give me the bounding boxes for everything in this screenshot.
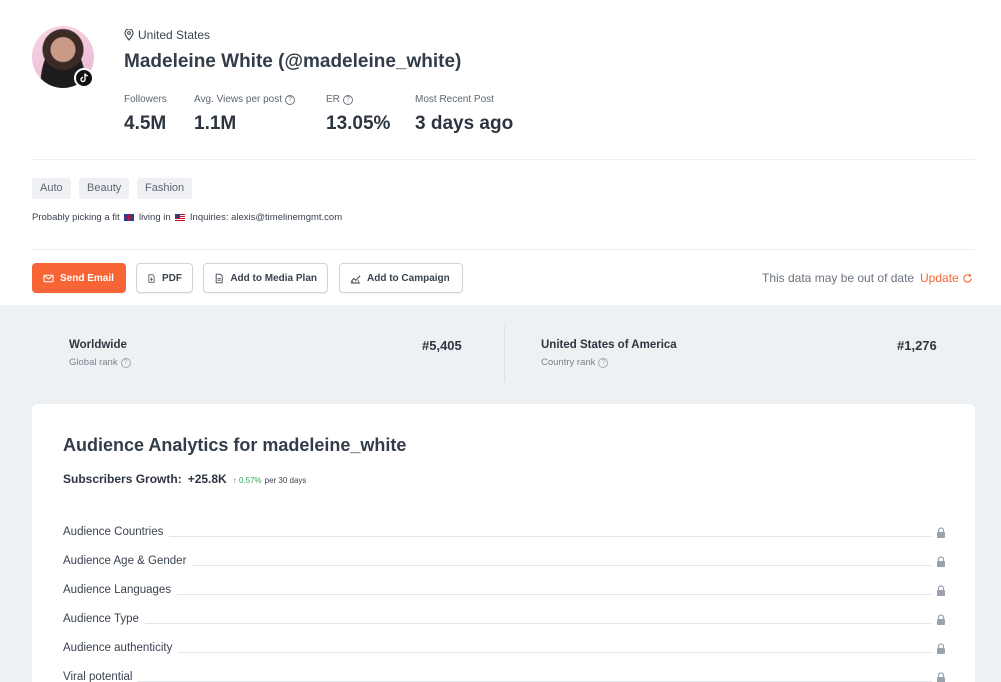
us-flag-icon <box>175 213 186 221</box>
audience-languages-row[interactable]: Audience Languages <box>63 580 946 596</box>
stat-followers-label: Followers <box>124 94 167 105</box>
growth-percent: ↑ 0.57% <box>232 476 262 485</box>
viral-potential-row[interactable]: Viral potential <box>63 667 946 682</box>
country-rank-subtitle: Country rank? <box>541 357 609 368</box>
refresh-icon <box>963 273 972 283</box>
question-circle-icon[interactable]: ? <box>285 94 296 105</box>
stat-er-value: 13.05% <box>326 113 391 134</box>
lock-icon <box>932 556 946 567</box>
uk-flag-icon <box>124 213 135 221</box>
add-to-media-plan-button[interactable]: Add to Media Plan <box>203 263 328 293</box>
stat-followers-value: 4.5M <box>124 113 167 134</box>
add-to-campaign-button[interactable]: Add to Campaign <box>339 263 463 293</box>
lock-icon <box>932 672 946 682</box>
stat-er-label: ER? <box>326 94 353 105</box>
divider <box>32 249 975 250</box>
envelope-icon <box>43 274 54 282</box>
location-text: United States <box>138 28 211 42</box>
tiktok-icon <box>74 68 94 88</box>
audience-countries-row[interactable]: Audience Countries <box>63 522 946 538</box>
lock-icon <box>932 643 946 654</box>
audience-age-gender-row[interactable]: Audience Age & Gender <box>63 551 946 567</box>
global-rank-subtitle: Global rank? <box>69 357 131 368</box>
stat-recent-post-label: Most Recent Post <box>415 94 494 105</box>
update-link[interactable]: Update <box>920 271 973 285</box>
rank-divider <box>504 326 505 382</box>
country-rank-value: #1,276 <box>897 338 937 353</box>
global-rank-value: #5,405 <box>422 338 462 353</box>
location: United States <box>124 28 210 42</box>
file-download-icon <box>148 273 155 283</box>
bio: Probably picking a fit living in Inquiri… <box>32 212 343 223</box>
send-email-button[interactable]: Send Email <box>32 263 126 293</box>
pdf-button[interactable]: PDF <box>136 263 193 293</box>
profile-header: United States Madeleine White (@madelein… <box>0 0 1001 305</box>
lock-icon <box>932 614 946 625</box>
audience-type-row[interactable]: Audience Type <box>63 609 946 625</box>
document-icon <box>215 273 223 283</box>
chart-trend-icon <box>350 274 361 284</box>
growth-period: per 30 days <box>264 476 307 485</box>
question-circle-icon[interactable]: ? <box>342 94 353 105</box>
stat-recent-post-value: 3 days ago <box>415 113 514 134</box>
stat-avg-views-label: Avg. Views per post? <box>194 94 296 105</box>
profile-name: Madeleine White (@madeleine_white) <box>124 51 462 72</box>
subscribers-growth: Subscribers Growth: +25.8K ↑ 0.57% per 3… <box>63 472 307 486</box>
lock-icon <box>932 585 946 596</box>
question-circle-icon[interactable]: ? <box>120 357 131 368</box>
audience-analytics-card: Audience Analytics for madeleine_white S… <box>32 404 975 682</box>
map-pin-icon <box>124 29 134 41</box>
global-rank-title: Worldwide <box>69 339 127 351</box>
stat-avg-views-value: 1.1M <box>194 113 237 134</box>
country-rank-title: United States of America <box>541 339 677 351</box>
lock-icon <box>932 527 946 538</box>
tag-beauty[interactable]: Beauty <box>79 178 130 199</box>
divider <box>32 159 975 160</box>
question-circle-icon[interactable]: ? <box>598 357 609 368</box>
tag-fashion[interactable]: Fashion <box>137 178 193 199</box>
outdated-notice: This data may be out of date <box>762 271 915 285</box>
audience-authenticity-row[interactable]: Audience authenticity <box>63 638 946 654</box>
audience-analytics-title: Audience Analytics for madeleine_white <box>63 435 407 455</box>
tag-auto[interactable]: Auto <box>32 178 71 199</box>
